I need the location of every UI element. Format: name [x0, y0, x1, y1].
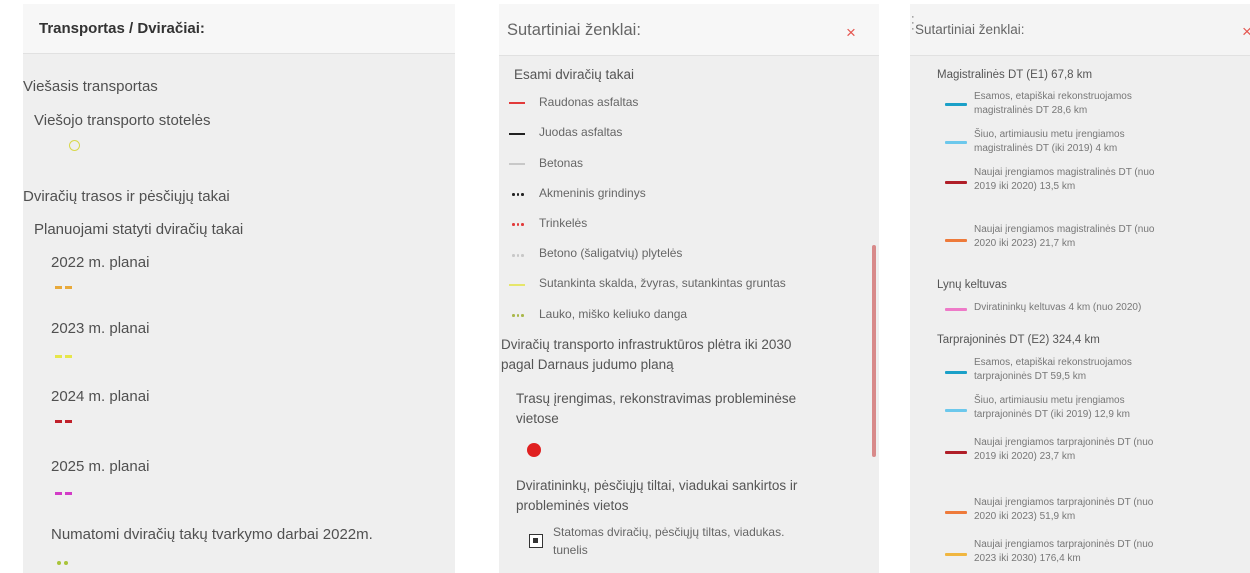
legend-item: Naujai įrengiamos tarprajoninės DT (nuo: [974, 497, 1154, 508]
legend-group-e2: Tarprajoninės DT (E2) 324,4 km: [937, 334, 1100, 346]
layer-planned-bike-paths[interactable]: Planuojami statyti dviračių takai: [34, 221, 243, 238]
legend-group-bridges-line2: probleminės vietos: [516, 498, 629, 513]
legend-item-line2: tarprajoninės DT (iki 2019) 12,9 km: [974, 409, 1130, 420]
layer-plans-2024[interactable]: 2024 m. planai: [51, 388, 149, 405]
layer-plans-2025[interactable]: 2025 m. planai: [51, 458, 149, 475]
close-icon[interactable]: ×: [846, 23, 856, 43]
legend-item-line2: tunelis: [553, 543, 588, 557]
gray-dots-symbol-icon: [512, 254, 524, 257]
blue-line-symbol-icon: [945, 103, 967, 106]
legend-group-infrastructure-2030-line2: pagal Darnaus judumo planą: [501, 357, 674, 372]
legend-item-line2: 2020 iki 2023) 21,7 km: [974, 238, 1076, 249]
legend-item: Šiuo, artimiausiu metu įrengiamos: [974, 395, 1125, 406]
scrollbar[interactable]: [872, 245, 876, 457]
dark-red-line-symbol-icon: [945, 181, 967, 184]
dash-symbol-2023-icon: [55, 355, 72, 358]
legend-item: Trinkelės: [539, 216, 588, 230]
bridge-symbol-icon: [529, 534, 543, 548]
black-dots-symbol-icon: [512, 193, 524, 196]
legend-item-line2: tarprajoninės DT 59,5 km: [974, 371, 1087, 382]
gray-line-symbol-icon: [509, 163, 525, 165]
amber-line-symbol-icon: [945, 553, 967, 556]
black-line-symbol-icon: [509, 133, 525, 135]
dash-symbol-2024-icon: [55, 420, 72, 423]
legend-item: Naujai įrengiamos magistralinės DT (nuo: [974, 167, 1155, 178]
legend-item: Esamos, etapiškai rekonstruojamos: [974, 91, 1132, 102]
legend-item: Statomas dviračių, pėsčiųjų tiltas, viad…: [553, 525, 785, 539]
legend-item: Juodas asfaltas: [539, 125, 623, 139]
legend-group-e1: Magistralinės DT (E1) 67,8 km: [937, 69, 1093, 81]
legend-item: Naujai įrengiamos tarprajoninės DT (nuo: [974, 437, 1154, 448]
red-point-symbol-icon: [527, 443, 541, 457]
legend-item: Šiuo, artimiausiu metu įrengiamos: [974, 129, 1125, 140]
dash-symbol-2022-icon: [55, 286, 72, 289]
layer-planned-maintenance-2022[interactable]: Numatomi dviračių takų tvarkymo darbai 2…: [51, 526, 373, 543]
legend-item: Lauko, miško keliuko danga: [539, 307, 688, 321]
panel-title: Sutartiniai ženklai:: [915, 22, 1025, 37]
legend-item-line2: 2023 iki 2030) 176,4 km: [974, 553, 1081, 564]
legend-group-cable-car: Lynų keltuvas: [937, 279, 1007, 291]
dot-symbol-2022m-icon: [57, 561, 68, 565]
legend-panel-routes: · · · Sutartiniai ženklai: × Magistralinės…: [910, 4, 1250, 573]
red-line-symbol-icon: [509, 102, 525, 104]
layer-public-transport-stops[interactable]: Viešojo transporto stotelės: [34, 112, 211, 129]
orange-line-symbol-icon: [945, 239, 967, 242]
legend-item-line2: magistralinės DT (iki 2019) 4 km: [974, 143, 1118, 154]
legend-item: Naujai įrengiamos magistralinės DT (nuo: [974, 224, 1155, 235]
light-blue-line-symbol-icon: [945, 409, 967, 412]
panel-title: Sutartiniai ženklai:: [507, 21, 641, 39]
panel-header: Transportas / Dviračiai:: [23, 4, 455, 54]
legend-group-existing-paths: Esami dviračių takai: [514, 67, 635, 82]
dark-red-line-symbol-icon: [945, 451, 967, 454]
legend-item-line2: 2020 iki 2023) 51,9 km: [974, 511, 1076, 522]
panel-header: Sutartiniai ženklai: ×: [499, 4, 879, 56]
legend-panel: Sutartiniai ženklai: × Esami dviračių ta…: [499, 4, 879, 573]
legend-item: Betono (šaligatvių) plytelės: [539, 246, 683, 260]
legend-group-bridges: Dviratininkų, pėsčiųjų tiltai, viadukai …: [516, 478, 798, 493]
legend-item: Akmeninis grindinys: [539, 186, 646, 200]
legend-item: Dviratininkų keltuvas 4 km (nuo 2020): [974, 302, 1142, 313]
layer-plans-2022[interactable]: 2022 m. planai: [51, 254, 149, 271]
yellow-line-symbol-icon: [509, 284, 525, 286]
layer-plans-2023[interactable]: 2023 m. planai: [51, 320, 149, 337]
legend-item: Raudonas asfaltas: [539, 95, 639, 109]
legend-item: Naujai įrengiamos tarprajoninės DT (nuo: [974, 539, 1154, 550]
legend-item-line2: magistralinės DT 28,6 km: [974, 105, 1088, 116]
legend-group-route-construction-line2: vietose: [516, 411, 559, 426]
light-blue-line-symbol-icon: [945, 141, 967, 144]
blue-line-symbol-icon: [945, 371, 967, 374]
layer-group-public-transport[interactable]: Viešasis transportas: [23, 78, 158, 95]
red-dots-symbol-icon: [512, 223, 524, 226]
legend-group-route-construction: Trasų įrengimas, rekonstravimas problemi…: [516, 391, 797, 406]
olive-dots-symbol-icon: [512, 314, 524, 317]
legend-group-infrastructure-2030: Dviračių transporto infrastruktūros plėt…: [501, 337, 792, 352]
legend-item: Betonas: [539, 156, 584, 170]
dash-symbol-2025-icon: [55, 492, 72, 495]
legend-item: Sutankinta skalda, žvyras, sutankintas g…: [539, 276, 786, 290]
stop-symbol-icon: [69, 140, 80, 151]
legend-item: Esamos, etapiškai rekonstruojamos: [974, 357, 1132, 368]
orange-line-symbol-icon: [945, 511, 967, 514]
close-icon[interactable]: ×: [1242, 22, 1250, 42]
panel-header: · · · Sutartiniai ženklai: ×: [910, 4, 1250, 56]
legend-item-line2: 2019 iki 2020) 23,7 km: [974, 451, 1076, 462]
legend-item-line2: 2019 iki 2020) 13,5 km: [974, 181, 1076, 192]
panel-title: Transportas / Dviračiai:: [39, 20, 205, 37]
layer-list-panel: Transportas / Dviračiai: Viešasis transp…: [23, 4, 455, 573]
pink-line-symbol-icon: [945, 308, 967, 311]
layer-group-bike-routes[interactable]: Dviračių trasos ir pėsčiųjų takai: [23, 188, 230, 205]
